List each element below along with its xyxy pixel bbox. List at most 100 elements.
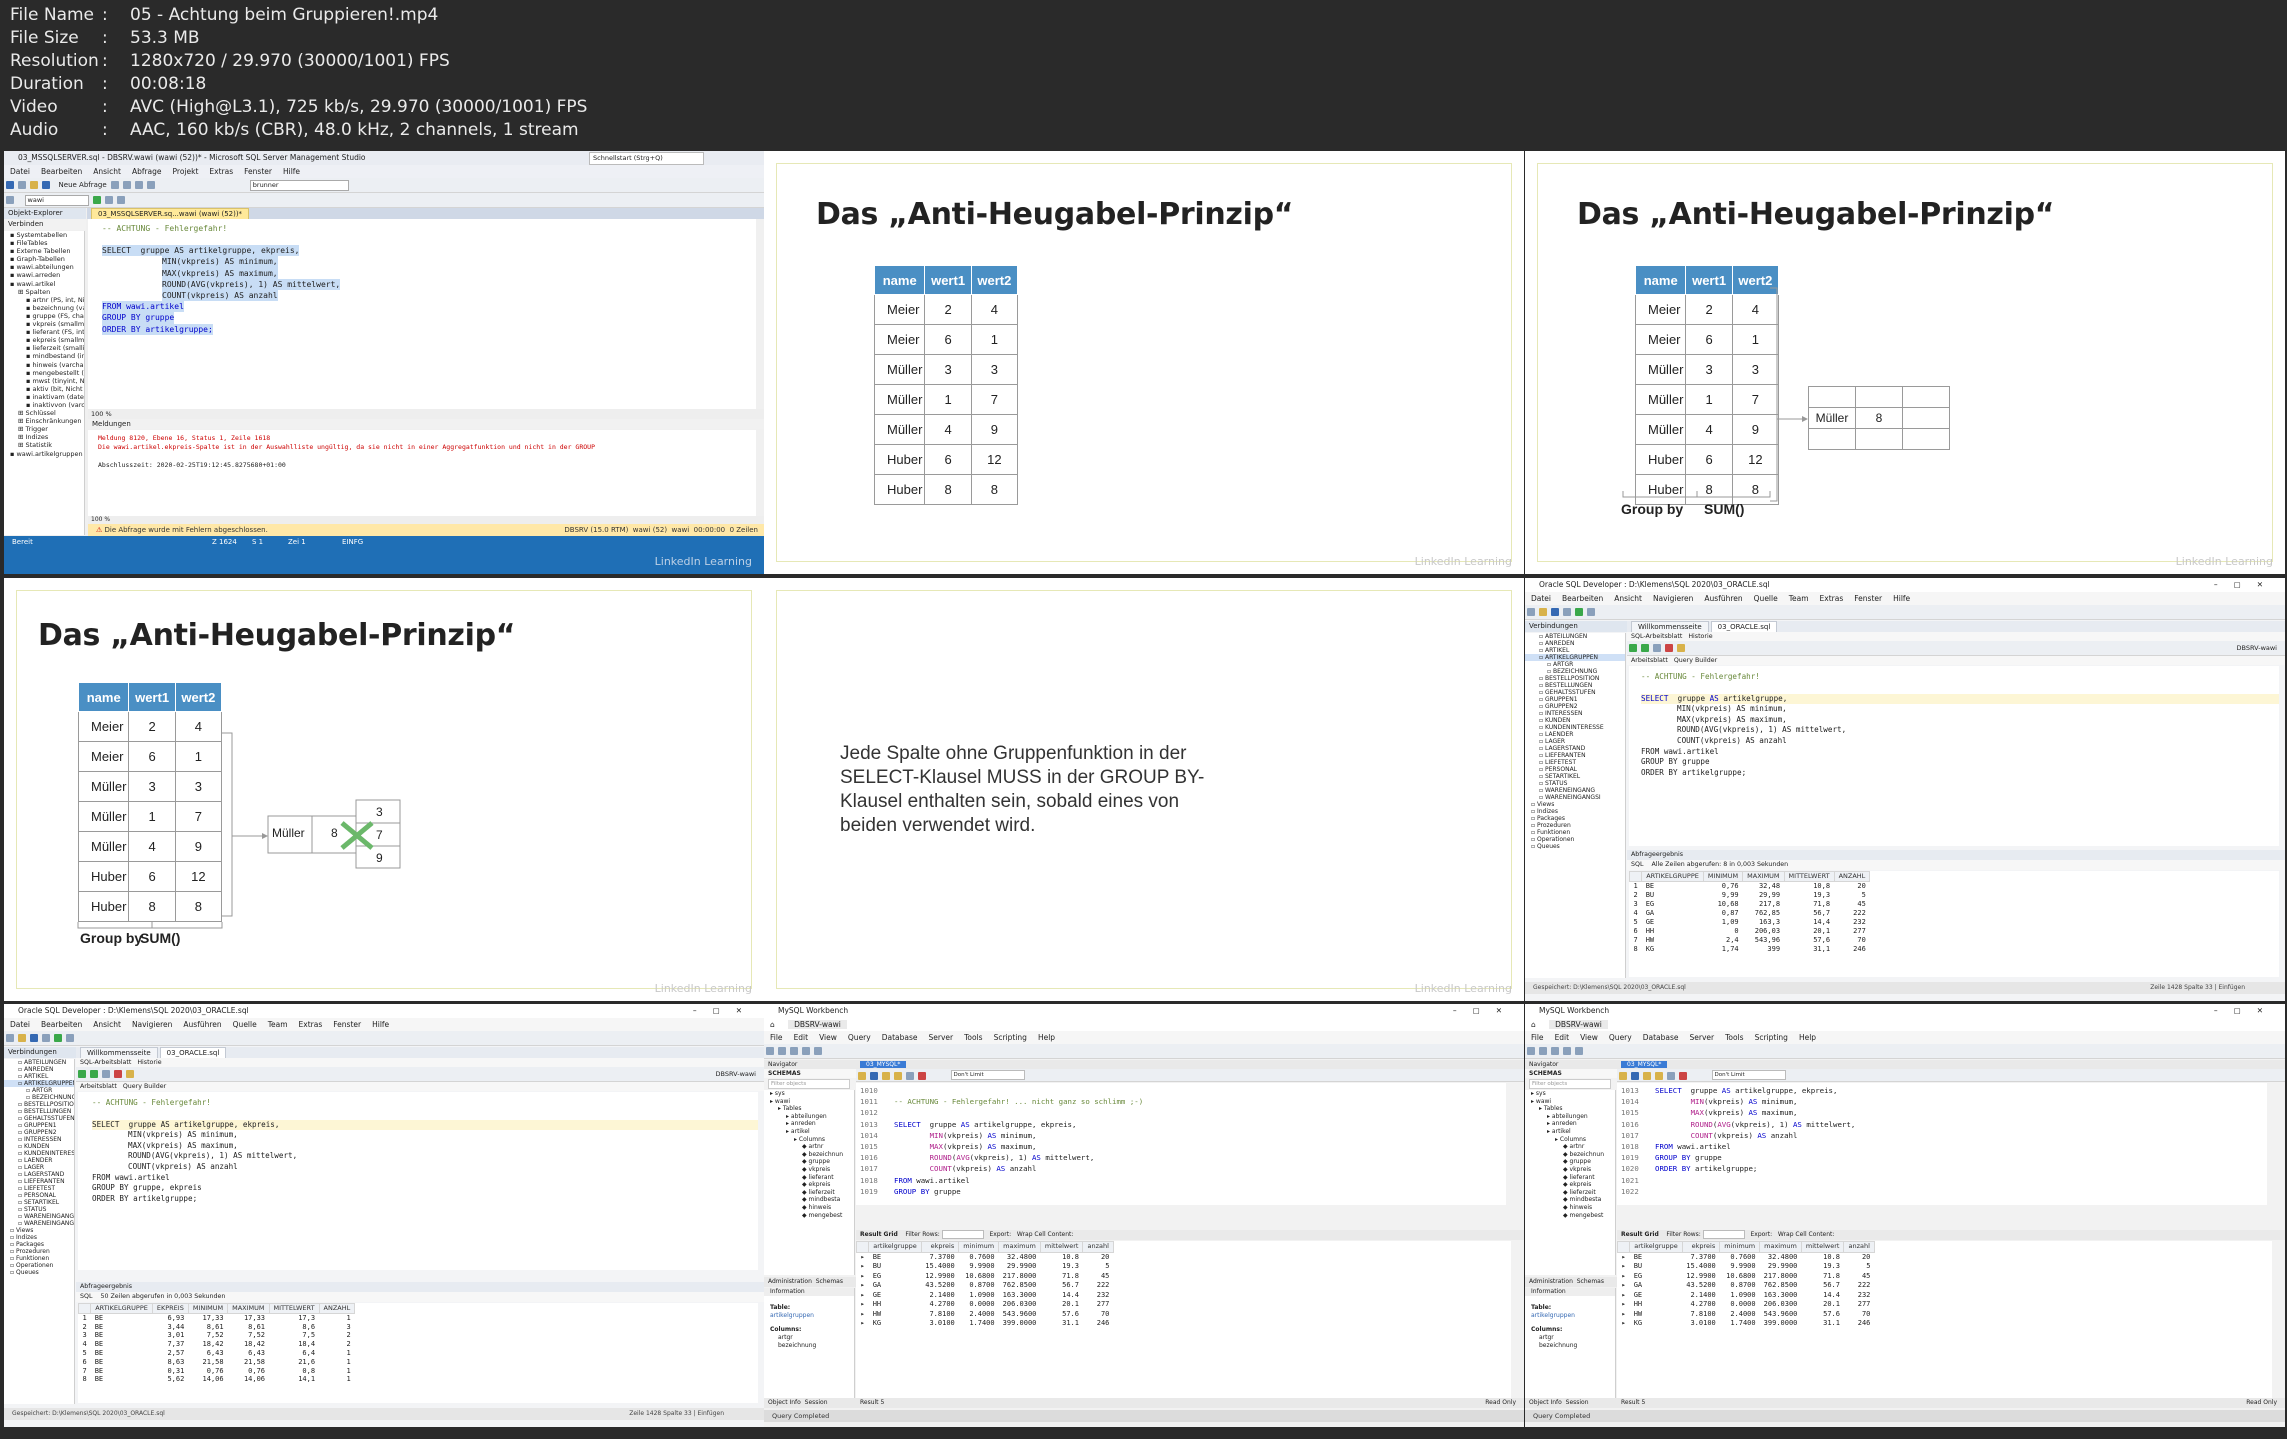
save-icon[interactable]	[30, 1034, 38, 1042]
tree-item[interactable]: ◆ vkpreis	[1525, 1166, 1615, 1174]
tree-item[interactable]: ▪ lieferant (FS, int, Nic	[4, 328, 84, 336]
menu-abfrage[interactable]: Abfrage	[132, 167, 162, 176]
save-icon[interactable]	[1631, 1072, 1639, 1080]
tree-item[interactable]: ▸ Tables	[1525, 1105, 1615, 1113]
cut-icon[interactable]	[111, 181, 120, 189]
table-row[interactable]: ▸ HW 7.8100 2.4000 543.9600 57.6 70	[1618, 1310, 1875, 1320]
tree-item[interactable]: ◆ gruppe	[1525, 1158, 1615, 1166]
table-row[interactable]: ▸ HW 7.8100 2.4000 543.9600 57.6 70	[857, 1310, 1114, 1320]
tree-item[interactable]: ▫ Queues	[4, 1269, 74, 1276]
oracle-result-grid[interactable]: ARTIKELGRUPPE EKPREIS MINIMUM MAXIMUM MITTEL…	[78, 1303, 758, 1403]
tree-item[interactable]: ▫ BESTELLUNGEN	[4, 1108, 74, 1115]
tree-item[interactable]: ▫ ANREDEN	[1525, 640, 1625, 647]
tree-item[interactable]: ▫ ARTGR	[1525, 661, 1625, 668]
mysql-result-grid[interactable]: artikelgruppe ekpreis minimum maximum mittel…	[856, 1241, 1511, 1399]
column-header[interactable]: MINIMUM	[1702, 871, 1744, 882]
mysql-result-grid[interactable]: artikelgruppe ekpreis minimum maximum mittel…	[1617, 1241, 2272, 1399]
table-row[interactable]: ▸ EG 12.9900 10.6800 217.8000 71.8 45	[857, 1272, 1114, 1282]
menu-view[interactable]: View	[1580, 1033, 1598, 1042]
debug-icon[interactable]	[105, 196, 114, 204]
result-grid-button[interactable]: Result Grid	[860, 1231, 898, 1238]
tree-item[interactable]: ▫ Funktionen	[1525, 829, 1625, 836]
connection-tab[interactable]: DBSRV-wawi	[1549, 1020, 1608, 1029]
export-button[interactable]: Export:	[989, 1231, 1011, 1238]
execute-current-icon[interactable]	[1655, 1072, 1663, 1080]
menu-scripting[interactable]: Scripting	[994, 1033, 1027, 1042]
result-5-tab[interactable]: Result 5	[1621, 1399, 1645, 1406]
menu-file[interactable]: File	[1531, 1033, 1544, 1042]
open-sql-icon[interactable]	[778, 1047, 786, 1055]
tree-item[interactable]: ◆ bezeichnun	[764, 1151, 854, 1159]
run-icon[interactable]	[54, 1034, 62, 1042]
result-tab[interactable]: Abfrageergebnis	[76, 1282, 764, 1292]
explain-icon[interactable]	[906, 1072, 914, 1080]
column-header[interactable]: artikelgruppe	[1629, 1241, 1683, 1253]
tree-item[interactable]: ▫ ARTIKELGRUPPEN	[4, 1080, 74, 1087]
menu-extras[interactable]: Extras	[209, 167, 233, 176]
menu-hilfe[interactable]: Hilfe	[1893, 594, 1910, 603]
execute-icon[interactable]	[93, 196, 102, 204]
result-tab[interactable]: Abfrageergebnis	[1627, 850, 2285, 860]
tree-item[interactable]: ⊞ Trigger	[4, 425, 84, 433]
menu-navigieren[interactable]: Navigieren	[1653, 594, 1693, 603]
menu-view[interactable]: View	[819, 1033, 837, 1042]
tree-item[interactable]: ▫ KUNDEN	[1525, 717, 1625, 724]
table-row[interactable]: ▸ EG 12.9900 10.6800 217.8000 71.8 45	[1618, 1272, 1875, 1282]
tree-item[interactable]: ▪ hinweis (varchar(100	[4, 361, 84, 369]
menu-help[interactable]: Help	[1799, 1033, 1816, 1042]
tree-item[interactable]: ▪ wawi.artikel	[4, 280, 84, 288]
menu-query[interactable]: Query	[848, 1033, 871, 1042]
stop-icon[interactable]	[918, 1072, 926, 1080]
explain-icon[interactable]	[1667, 1072, 1675, 1080]
table-row[interactable]: 2 BE 3,44 8,61 8,61 8,6 3	[79, 1323, 355, 1332]
tree-item[interactable]: ▫ INTERESSEN	[4, 1136, 74, 1143]
menu-team[interactable]: Team	[1789, 594, 1809, 603]
tree-item[interactable]: ▸ sys	[764, 1090, 854, 1098]
tree-item[interactable]: ▫ Indizes	[4, 1234, 74, 1241]
tree-item[interactable]: ▫ BEZEICHNUNG	[4, 1094, 74, 1101]
rollback-icon[interactable]	[1665, 644, 1673, 652]
search-field[interactable]: brunner	[249, 180, 349, 191]
tree-item[interactable]: ▪ Externe Tabellen	[4, 247, 84, 255]
filter-objects-input[interactable]: Filter objects	[1529, 1079, 1611, 1089]
open-sql-icon[interactable]	[1539, 1047, 1547, 1055]
new-query-button[interactable]: Neue Abfrage	[59, 181, 107, 189]
column-header[interactable]: maximum	[998, 1241, 1041, 1253]
tree-item[interactable]: ▪ mwst (tinyint, Nicht N	[4, 377, 84, 385]
explain-icon[interactable]	[1677, 644, 1685, 652]
tree-item[interactable]: ▪ bezeichnung (varcha	[4, 304, 84, 312]
tree-item[interactable]: ▫ WARENEINGANGSI	[1525, 794, 1625, 801]
tree-item[interactable]: ◆ artnr	[764, 1143, 854, 1151]
menu-ausfuehren[interactable]: Ausführen	[183, 1020, 221, 1029]
limit-select[interactable]: Don't Limit	[950, 1070, 1025, 1080]
tab-welcome[interactable]: Willkommensseite	[80, 1047, 158, 1058]
menu-extras[interactable]: Extras	[1820, 594, 1844, 603]
new-icon[interactable]	[6, 1034, 14, 1042]
copy-icon[interactable]	[123, 181, 132, 189]
table-row[interactable]: 6 BE 8,63 21,58 21,58 21,6 1	[79, 1358, 355, 1367]
tree-item[interactable]: ▫ LIEFETEST	[4, 1185, 74, 1192]
tree-item[interactable]: ▸ wawi	[1525, 1098, 1615, 1106]
tree-item[interactable]: ▸ anreden	[1525, 1120, 1615, 1128]
tree-item[interactable]: ▸ artikel	[764, 1128, 854, 1136]
tree-item[interactable]: ▪ mindbestand (int, N	[4, 352, 84, 360]
oracle-sql-editor[interactable]: -- ACHTUNG - Fehlergefahr! SELECT gruppe…	[78, 1092, 758, 1270]
menu-query[interactable]: Query	[1609, 1033, 1632, 1042]
column-header[interactable]: anzahl	[1082, 1241, 1114, 1253]
menu-file[interactable]: File	[770, 1033, 783, 1042]
menu-bearbeiten[interactable]: Bearbeiten	[41, 167, 82, 176]
tree-item[interactable]: ▫ KUNDEN	[4, 1143, 74, 1150]
tab-oracle-sql[interactable]: 03_ORACLE.sql	[159, 1047, 227, 1058]
column-header[interactable]: ARTIKELGRUPPE	[1641, 871, 1704, 882]
commit-icon[interactable]	[102, 1070, 110, 1078]
column-header[interactable]: maximum	[1759, 1241, 1802, 1253]
forward-icon[interactable]	[18, 181, 26, 189]
tree-item[interactable]: ▫ Prozeduren	[1525, 822, 1625, 829]
tree-item[interactable]: ▫ LAGER	[4, 1164, 74, 1171]
tree-item[interactable]: ▫ PERSONAL	[1525, 766, 1625, 773]
tree-item[interactable]: ▫ BEZEICHNUNG	[1525, 668, 1625, 675]
stop-icon[interactable]	[1679, 1072, 1687, 1080]
tree-item[interactable]: ▸ Columns	[1525, 1136, 1615, 1144]
filter-rows-input[interactable]	[1702, 1230, 1745, 1239]
new-sql-icon[interactable]	[766, 1047, 774, 1055]
